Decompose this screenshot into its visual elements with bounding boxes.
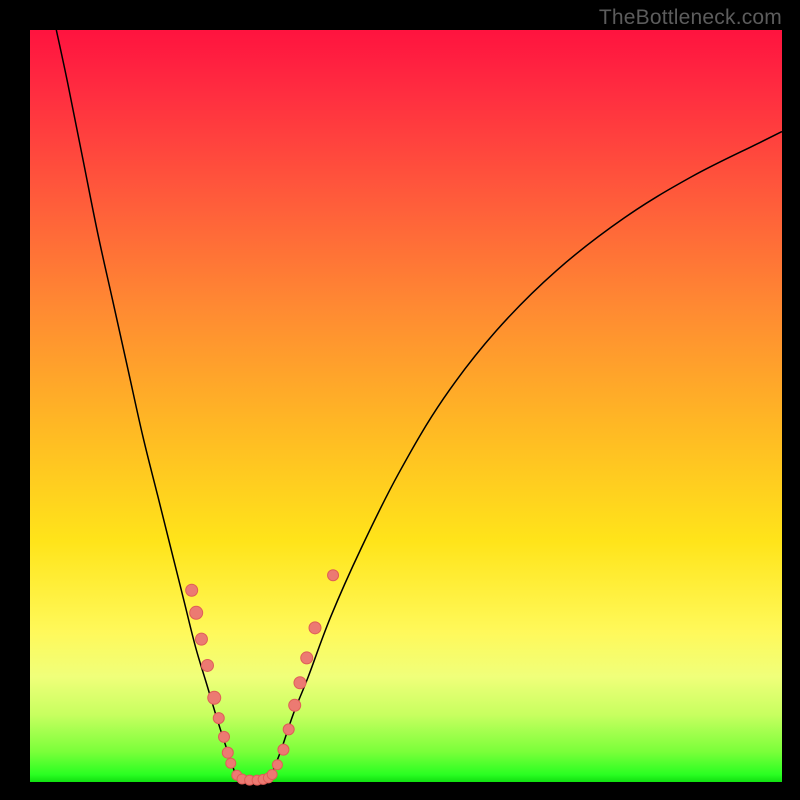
data-point <box>283 724 294 735</box>
data-point <box>222 747 233 758</box>
data-point <box>226 758 236 768</box>
plot-area <box>30 30 782 782</box>
data-point <box>208 691 221 704</box>
data-point <box>289 699 301 711</box>
data-point <box>186 584 198 596</box>
data-point <box>328 570 339 581</box>
data-point <box>272 760 282 770</box>
chart-container: TheBottleneck.com <box>0 0 800 800</box>
data-point <box>190 606 203 619</box>
curve-right-branch <box>270 132 782 779</box>
data-point <box>294 677 306 689</box>
data-point <box>219 731 230 742</box>
data-point <box>195 633 207 645</box>
data-point-group <box>186 570 339 785</box>
data-point <box>309 622 321 634</box>
watermark-text: TheBottleneck.com <box>599 6 782 30</box>
data-point <box>201 659 213 671</box>
data-point <box>213 713 224 724</box>
data-point <box>267 769 277 779</box>
data-point <box>301 652 313 664</box>
data-point <box>278 744 289 755</box>
bottleneck-curve-svg <box>30 30 782 782</box>
